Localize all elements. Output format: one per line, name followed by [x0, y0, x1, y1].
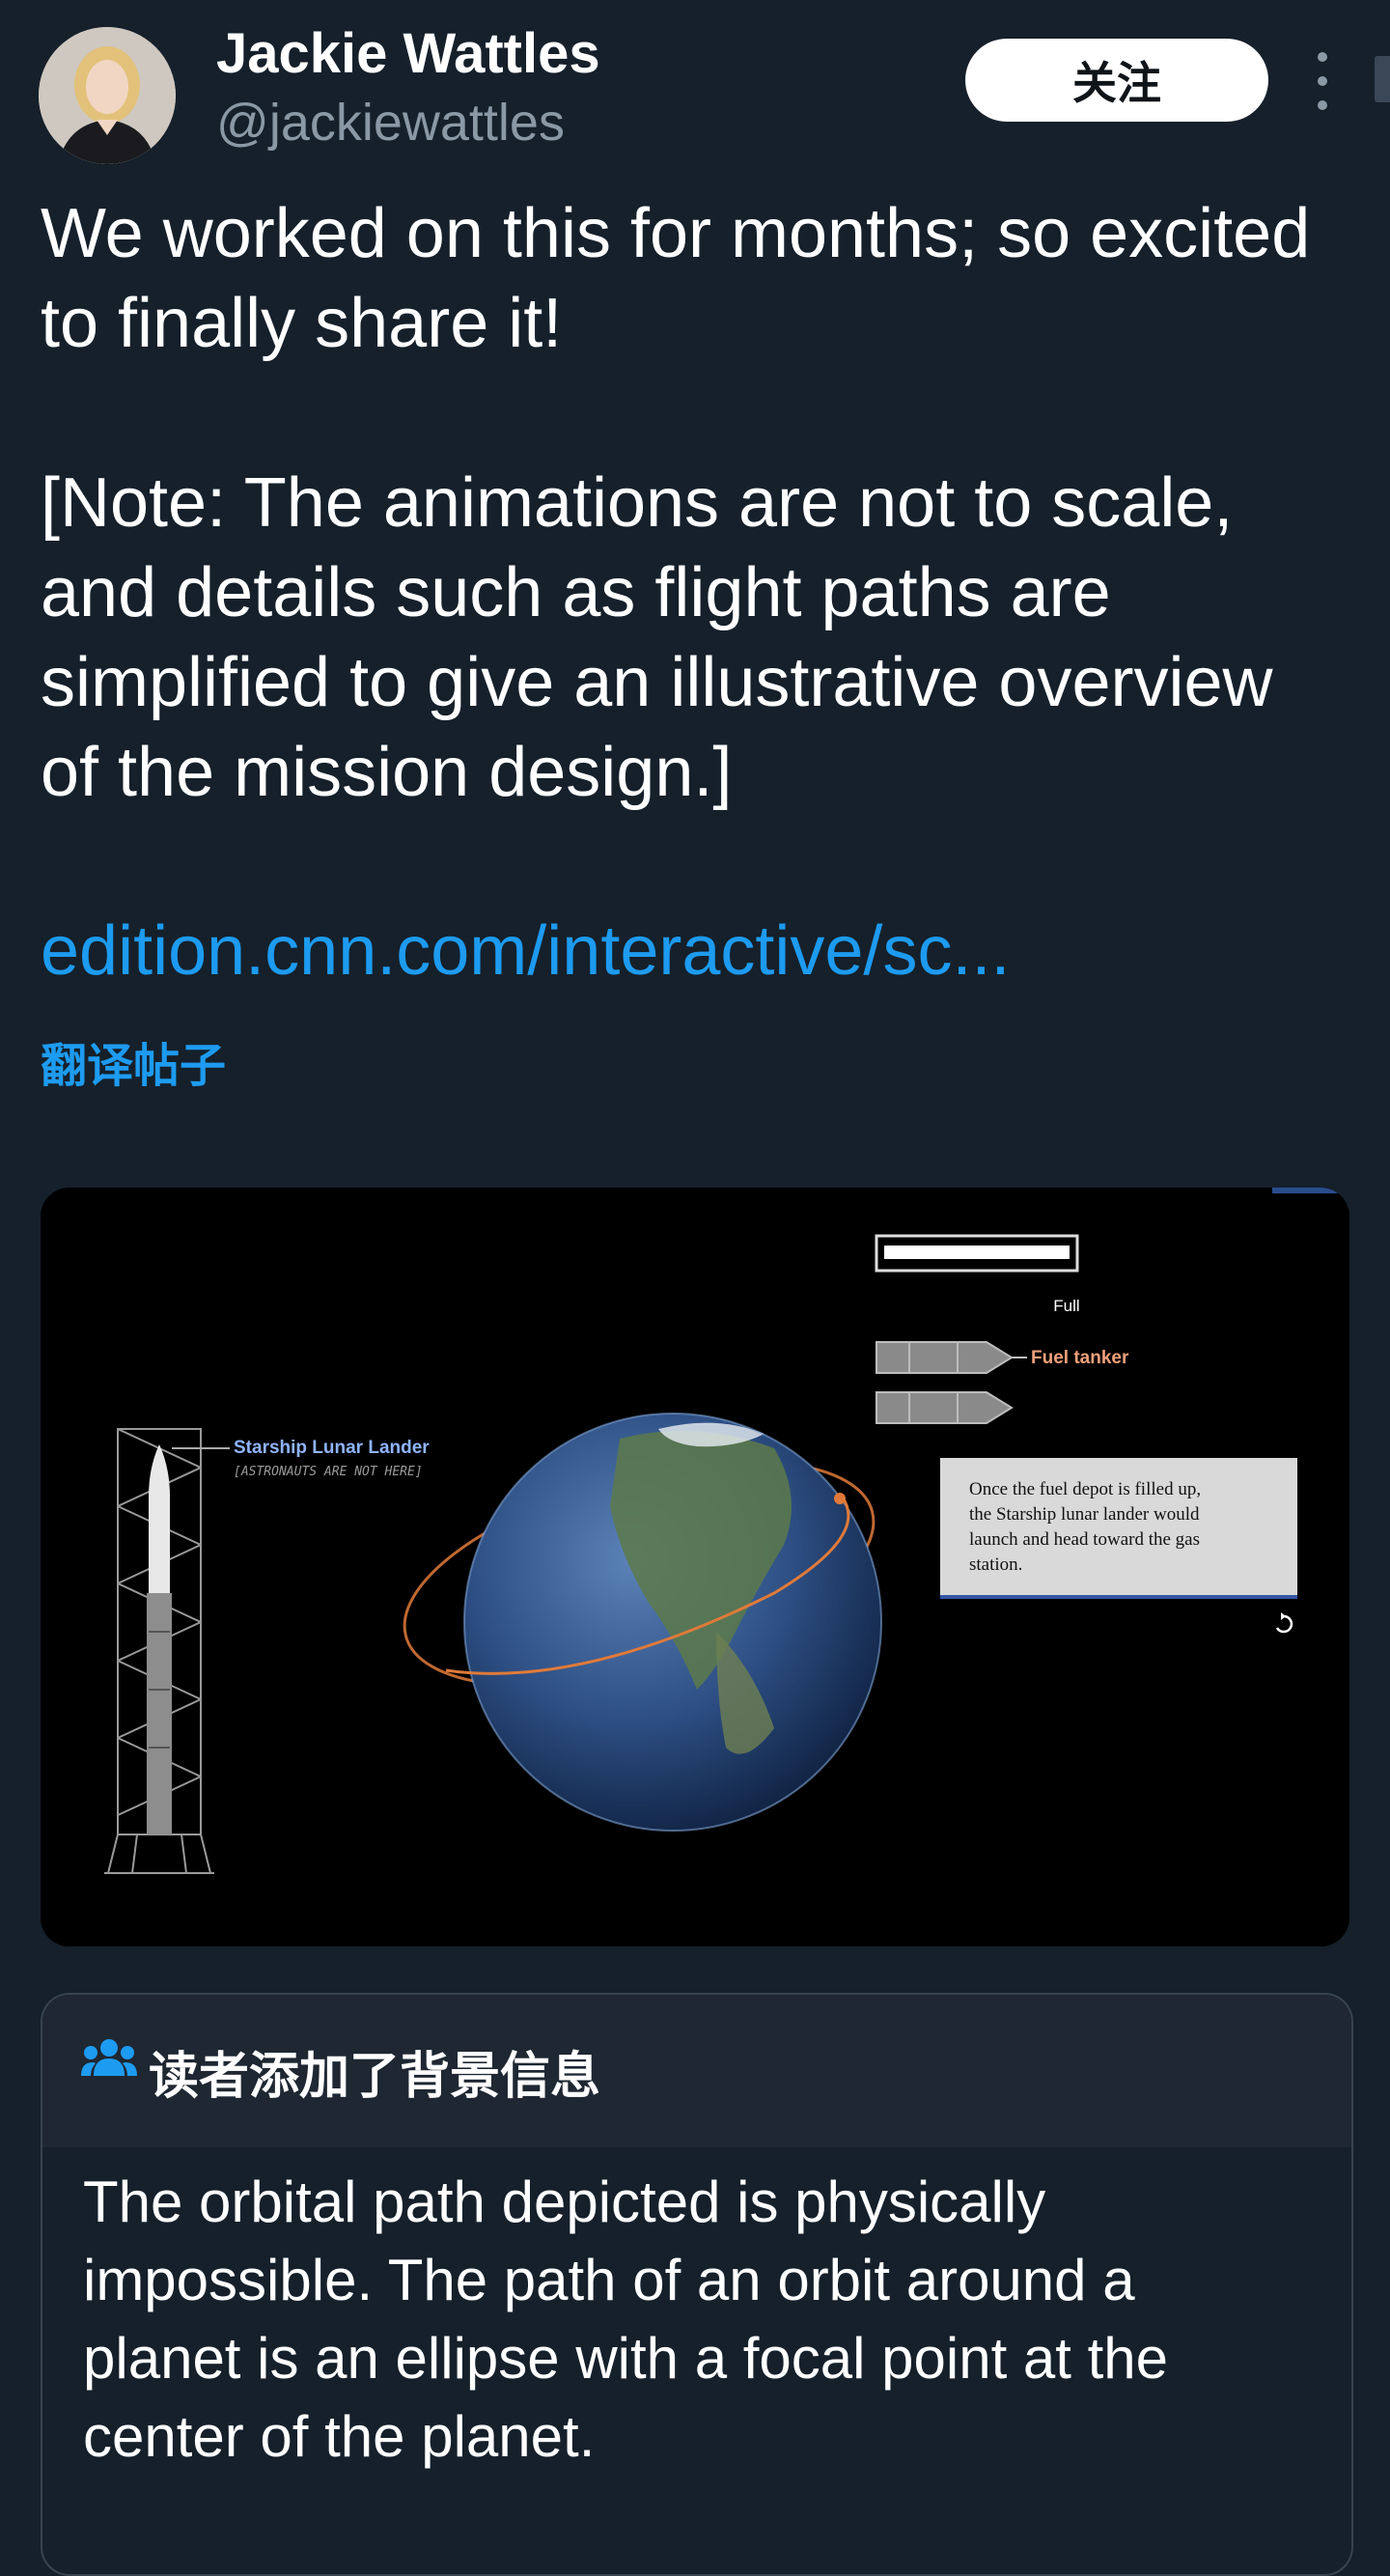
caption-line: station. [969, 1554, 1022, 1575]
fuel-gauge-fill [884, 1246, 1070, 1259]
more-options-icon[interactable] [1303, 52, 1342, 110]
note-line: planet is an ellipse with a focal point … [83, 2326, 1169, 2391]
tanker-label: Fuel tanker [1031, 1348, 1129, 1368]
tweet-line: to finally share it! [41, 285, 563, 362]
tweet-link[interactable]: edition.cnn.com/interactive/sc... [41, 911, 1010, 991]
earth-globe [463, 1413, 882, 1832]
community-note-header: 读者添加了背景信息 [42, 1995, 1351, 2147]
orbit-marker [834, 1493, 846, 1504]
lander-label: Starship Lunar Lander [234, 1438, 430, 1458]
caption-box: Once the fuel depot is filled up, the St… [940, 1458, 1297, 1599]
avatar[interactable] [39, 27, 176, 164]
community-note-body: The orbital path depicted is physically … [83, 2163, 1328, 2476]
tweet-line: We worked on this for months; so excited [41, 195, 1311, 272]
follow-button[interactable]: 关注 [965, 39, 1268, 122]
caption-line: launch and head toward the gas [969, 1529, 1200, 1550]
note-line: center of the planet. [83, 2404, 596, 2469]
note-line: impossible. The path of an orbit around … [83, 2248, 1135, 2312]
note-line: The orbital path depicted is physically [83, 2170, 1046, 2234]
caption-line: the Starship lunar lander would [969, 1504, 1200, 1525]
tweet-line: and details such as flight paths are [41, 554, 1111, 631]
community-note-title: 读者添加了背景信息 [149, 2048, 601, 2106]
lander-sublabel: [ASTRONAUTS ARE NOT HERE] [234, 1465, 423, 1479]
progress-indicator [1272, 1188, 1340, 1193]
media-video[interactable]: Starship Lunar Lander [ASTRONAUTS ARE NO… [41, 1188, 1349, 1946]
translate-post-link[interactable]: 翻译帖子 [41, 1027, 226, 1095]
caption-line: Once the fuel depot is filled up, [969, 1479, 1201, 1499]
tweet-text: We worked on this for months; so excited… [41, 189, 1363, 818]
scroll-edge-handle [1375, 56, 1390, 102]
tweet-line: [Note: The animations are not to scale, [41, 464, 1234, 542]
tweet-header: Jackie Wattles @jackiewattles 关注 [0, 0, 1390, 183]
community-note-card[interactable]: 读者添加了背景信息 The orbital path depicted is p… [41, 1993, 1353, 2576]
tweet-line: simplified to give an illustrative overv… [41, 644, 1273, 721]
tweet-line: of the mission design.] [41, 734, 733, 811]
author-handle[interactable]: @jackiewattles [216, 93, 565, 153]
people-icon [81, 2039, 137, 2076]
author-name[interactable]: Jackie Wattles [216, 21, 600, 86]
gauge-label: Full [1053, 1297, 1079, 1315]
